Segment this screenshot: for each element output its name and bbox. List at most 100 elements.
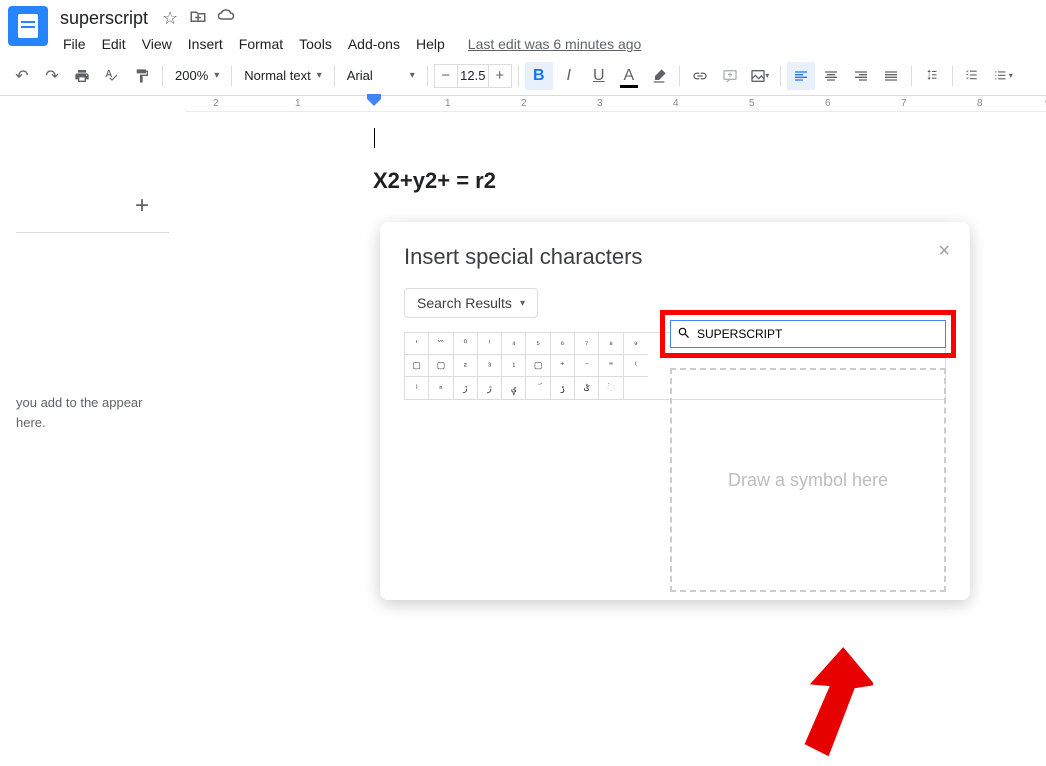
font-size-value[interactable]: 12.5	[457, 65, 489, 87]
ruler-mark: 1	[295, 98, 301, 109]
search-icon	[671, 326, 697, 343]
char-cell[interactable]: ⁹	[624, 333, 648, 355]
add-outline-button[interactable]: +	[135, 192, 149, 220]
ruler-mark: 7	[901, 98, 907, 109]
char-cell[interactable]: ⁵	[526, 333, 550, 355]
char-cell[interactable]: ⁾	[405, 377, 429, 399]
bulleted-list-button[interactable]: ▾	[989, 62, 1017, 90]
draw-symbol-area[interactable]: Draw a symbol here	[670, 368, 946, 592]
char-cell[interactable]: ⁱ	[478, 333, 502, 355]
close-icon[interactable]: ×	[938, 240, 950, 263]
outline-panel: + you add to the appear here.	[0, 112, 185, 605]
char-cell[interactable]: ݣ	[575, 377, 599, 399]
document-title[interactable]: superscript	[56, 8, 152, 29]
char-cell[interactable]: ⁼	[599, 355, 623, 377]
char-cell[interactable]: ²	[454, 355, 478, 377]
dialog-title: Insert special characters	[404, 244, 946, 270]
menu-insert[interactable]: Insert	[181, 32, 230, 56]
ruler-mark: 2	[213, 98, 219, 109]
align-right-button[interactable]	[847, 62, 875, 90]
search-highlight-box	[660, 310, 956, 358]
menu-edit[interactable]: Edit	[95, 32, 133, 56]
char-cell[interactable]: ⁸	[599, 333, 623, 355]
bold-button[interactable]: B	[525, 62, 553, 90]
char-cell[interactable]: '	[405, 333, 429, 355]
char-cell[interactable]: ⁶	[551, 333, 575, 355]
menu-help[interactable]: Help	[409, 32, 452, 56]
char-cell[interactable]: ⁻	[575, 355, 599, 377]
char-cell[interactable]: ⁺	[551, 355, 575, 377]
text-color-button[interactable]: A	[615, 62, 643, 90]
star-icon[interactable]: ☆	[160, 8, 180, 29]
char-cell[interactable]: ⁷	[575, 333, 599, 355]
highlight-color-button[interactable]	[645, 62, 673, 90]
ruler-mark: 8	[977, 98, 983, 109]
align-left-button[interactable]	[787, 62, 815, 90]
menu-tools[interactable]: Tools	[292, 32, 339, 56]
docs-logo[interactable]	[8, 6, 48, 46]
font-size-control: − 12.5 +	[434, 64, 512, 88]
paint-format-button[interactable]	[128, 62, 156, 90]
char-cell[interactable]: ◌ۤ	[599, 377, 623, 399]
char-cell[interactable]	[624, 377, 648, 399]
paragraph-style-select[interactable]: Normal text ▾	[238, 64, 328, 88]
ruler-mark: 6	[825, 98, 831, 109]
char-cell[interactable]: ۑ	[502, 377, 526, 399]
zoom-select[interactable]: 200% ▾	[169, 64, 225, 88]
char-cell[interactable]: ⁴	[502, 333, 526, 355]
ruler-mark: 4	[673, 98, 679, 109]
ruler-mark: 1	[445, 98, 451, 109]
char-cell[interactable]: ˘ˆ	[429, 333, 453, 355]
docs-logo-icon	[18, 14, 38, 38]
italic-button[interactable]: I	[555, 62, 583, 90]
redo-button[interactable]: ↷	[38, 62, 66, 90]
text-cursor	[374, 128, 375, 148]
ruler-mark: 5	[749, 98, 755, 109]
underline-button[interactable]: U	[585, 62, 613, 90]
add-comment-button[interactable]	[716, 62, 744, 90]
move-icon[interactable]	[188, 7, 208, 30]
char-cell[interactable]: ³	[478, 355, 502, 377]
document-text: X2+y2+ = r2	[373, 168, 496, 194]
category-dropdown[interactable]: Search Results ▾	[404, 288, 538, 318]
char-cell[interactable]: ۜ	[526, 377, 550, 399]
title-area: superscript ☆ File Edit View Insert Form…	[56, 6, 1038, 56]
menubar: File Edit View Insert Format Tools Add-o…	[56, 32, 1038, 56]
indent-marker-icon[interactable]	[367, 94, 381, 110]
insert-image-button[interactable]: ▾	[746, 62, 774, 90]
char-cell[interactable]: ▢	[405, 355, 429, 377]
print-button[interactable]	[68, 62, 96, 90]
font-size-decrease[interactable]: −	[435, 67, 457, 84]
zoom-value: 200%	[175, 68, 208, 83]
menu-format[interactable]: Format	[232, 32, 290, 56]
menu-addons[interactable]: Add-ons	[341, 32, 407, 56]
char-cell[interactable]: ݬ	[551, 377, 575, 399]
char-cell[interactable]: ▢	[429, 355, 453, 377]
annotation-arrow-icon	[783, 646, 873, 766]
char-cell[interactable]: ▢	[526, 355, 550, 377]
line-spacing-button[interactable]	[918, 62, 946, 90]
ruler-mark: 2	[521, 98, 527, 109]
font-select[interactable]: Arial ▾	[341, 64, 421, 88]
char-cell[interactable]: ڙ	[478, 377, 502, 399]
outline-hint: you add to the appear here.	[16, 393, 169, 432]
menu-view[interactable]: View	[135, 32, 179, 56]
horizontal-ruler[interactable]: 2 1 1 2 3 4 5 6 7 8 9	[185, 96, 1046, 112]
char-cell[interactable]: ⁰	[454, 333, 478, 355]
align-justify-button[interactable]	[877, 62, 905, 90]
font-size-increase[interactable]: +	[489, 67, 511, 84]
undo-button[interactable]: ↶	[8, 62, 36, 90]
search-input[interactable]	[697, 327, 945, 341]
align-center-button[interactable]	[817, 62, 845, 90]
cloud-status-icon[interactable]	[216, 7, 236, 30]
char-cell[interactable]: ⁿ	[429, 377, 453, 399]
dropdown-label: Search Results	[417, 295, 512, 311]
char-cell[interactable]: ڒ	[454, 377, 478, 399]
insert-link-button[interactable]	[686, 62, 714, 90]
last-edit-link[interactable]: Last edit was 6 minutes ago	[468, 36, 642, 52]
char-cell[interactable]: ¹	[502, 355, 526, 377]
checklist-button[interactable]	[959, 62, 987, 90]
menu-file[interactable]: File	[56, 32, 93, 56]
spellcheck-button[interactable]	[98, 62, 126, 90]
char-cell[interactable]: ⁽	[624, 355, 648, 377]
